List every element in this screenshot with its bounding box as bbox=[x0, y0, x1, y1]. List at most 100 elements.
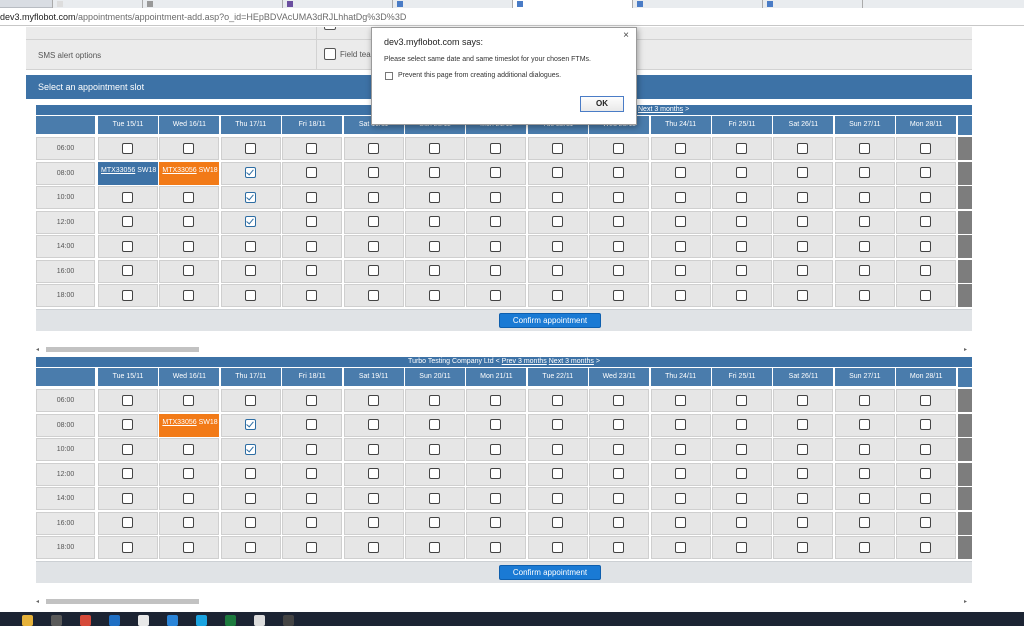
slot-checkbox[interactable] bbox=[367, 443, 379, 455]
browser-tab-active[interactable] bbox=[512, 0, 632, 8]
slot-checkbox[interactable] bbox=[613, 443, 625, 455]
slot-checkbox[interactable] bbox=[551, 216, 563, 227]
slot-checkbox[interactable] bbox=[613, 167, 625, 178]
slot-checkbox[interactable] bbox=[306, 167, 318, 178]
slot-checkbox[interactable] bbox=[551, 419, 563, 430]
slot-checkbox[interactable] bbox=[244, 394, 256, 406]
slot-checkbox[interactable] bbox=[551, 191, 563, 203]
slot-checkbox[interactable] bbox=[183, 443, 195, 455]
slot-checkbox[interactable] bbox=[674, 468, 686, 479]
slot-checkbox[interactable] bbox=[858, 167, 870, 178]
document-icon[interactable] bbox=[138, 615, 149, 626]
slot-checkbox[interactable] bbox=[736, 492, 747, 504]
slot-checkbox[interactable] bbox=[613, 240, 625, 252]
slot-checkbox[interactable] bbox=[613, 492, 625, 504]
slot-checkbox[interactable] bbox=[797, 419, 809, 430]
slot-checkbox[interactable] bbox=[920, 394, 932, 406]
slot-checkbox[interactable] bbox=[490, 443, 502, 455]
slot-checkbox[interactable] bbox=[122, 240, 133, 252]
slot-checkbox[interactable] bbox=[183, 289, 195, 301]
field-team-checkbox[interactable] bbox=[324, 48, 336, 60]
ok-button[interactable]: OK bbox=[580, 96, 624, 112]
slot-checkbox[interactable] bbox=[736, 443, 747, 455]
slot-checkbox[interactable] bbox=[613, 289, 625, 301]
slot-checkbox[interactable] bbox=[613, 216, 625, 227]
slot-checkbox[interactable] bbox=[920, 419, 932, 430]
slot-checkbox[interactable] bbox=[920, 289, 932, 301]
browser-tab[interactable] bbox=[142, 0, 282, 8]
slot-checkbox[interactable] bbox=[306, 289, 318, 301]
slot-checkbox[interactable] bbox=[674, 216, 686, 227]
file-explorer-icon[interactable] bbox=[22, 615, 33, 626]
slot-checkbox[interactable] bbox=[551, 468, 563, 479]
slot-checkbox[interactable] bbox=[736, 419, 747, 430]
browser-tab[interactable] bbox=[762, 0, 862, 8]
slot-checkbox[interactable] bbox=[429, 443, 440, 455]
slot-checkbox[interactable] bbox=[674, 240, 686, 252]
slot-checkbox[interactable] bbox=[244, 142, 256, 154]
slot-checkbox[interactable] bbox=[306, 541, 318, 553]
slot-checkbox[interactable] bbox=[920, 216, 932, 227]
slot-checkbox[interactable] bbox=[674, 167, 686, 178]
slot-checkbox[interactable] bbox=[674, 492, 686, 504]
slot-checkbox[interactable] bbox=[858, 492, 870, 504]
booked-appointment[interactable]: MTX33056 SW18 bbox=[98, 161, 158, 185]
slot-checkbox[interactable] bbox=[429, 517, 440, 528]
slot-checkbox[interactable] bbox=[920, 443, 932, 455]
slot-checkbox[interactable] bbox=[122, 517, 133, 528]
slot-checkbox[interactable] bbox=[429, 492, 440, 504]
slot-checkbox[interactable] bbox=[306, 517, 318, 528]
slot-checkbox[interactable] bbox=[613, 265, 625, 276]
slot-checkbox[interactable] bbox=[797, 167, 809, 178]
slot-checkbox[interactable] bbox=[183, 468, 195, 479]
slot-checkbox[interactable] bbox=[244, 517, 256, 528]
slot-checkbox[interactable] bbox=[122, 541, 133, 553]
slot-checkbox[interactable] bbox=[490, 419, 502, 430]
slot-checkbox[interactable] bbox=[367, 394, 379, 406]
close-icon[interactable]: × bbox=[623, 30, 629, 41]
slot-checkbox[interactable] bbox=[551, 394, 563, 406]
slot-checkbox[interactable] bbox=[429, 240, 440, 252]
slot-checkbox[interactable] bbox=[244, 541, 256, 553]
slot-checkbox[interactable] bbox=[122, 289, 133, 301]
slot-checkbox[interactable] bbox=[551, 289, 563, 301]
skype-icon[interactable] bbox=[196, 615, 207, 626]
slot-checkbox[interactable] bbox=[244, 265, 256, 276]
slot-checkbox[interactable] bbox=[429, 191, 440, 203]
appointment-ref-link[interactable]: MTX33056 bbox=[162, 167, 196, 174]
slot-checkbox[interactable] bbox=[736, 394, 747, 406]
appointment-ref-link[interactable]: MTX33056 bbox=[162, 419, 196, 426]
slot-checkbox[interactable] bbox=[183, 216, 195, 227]
slot-checkbox[interactable] bbox=[490, 541, 502, 553]
slot-checkbox[interactable] bbox=[920, 142, 932, 154]
slot-checkbox[interactable] bbox=[613, 394, 625, 406]
slot-checkbox[interactable] bbox=[797, 443, 809, 455]
slot-checkbox[interactable] bbox=[429, 216, 440, 227]
slot-checkbox[interactable] bbox=[306, 468, 318, 479]
next-3-months-link[interactable]: Next 3 months bbox=[549, 358, 594, 365]
chrome-icon[interactable] bbox=[80, 615, 91, 626]
slot-checkbox[interactable] bbox=[429, 289, 440, 301]
prevent-dialogs-checkbox[interactable] bbox=[385, 72, 393, 80]
slot-checkbox[interactable] bbox=[858, 191, 870, 203]
slot-checkbox[interactable] bbox=[797, 191, 809, 203]
slot-checkbox[interactable] bbox=[122, 142, 133, 154]
slot-checkbox[interactable] bbox=[490, 142, 502, 154]
slot-checkbox[interactable] bbox=[367, 419, 379, 430]
browser-tab[interactable] bbox=[862, 0, 1024, 8]
slot-checkbox[interactable] bbox=[183, 265, 195, 276]
notepad-icon[interactable] bbox=[254, 615, 265, 626]
excel-icon[interactable] bbox=[225, 615, 236, 626]
scroll-left-icon[interactable]: ◂ bbox=[36, 346, 39, 353]
slot-checkbox[interactable] bbox=[920, 468, 932, 479]
slot-checkbox[interactable] bbox=[797, 240, 809, 252]
slot-checkbox[interactable] bbox=[551, 492, 563, 504]
slot-checkbox[interactable] bbox=[244, 289, 256, 301]
slot-checkbox[interactable] bbox=[858, 142, 870, 154]
scroll-right-icon[interactable]: ▸ bbox=[964, 346, 967, 353]
browser-tab[interactable] bbox=[282, 0, 392, 8]
slot-checkbox-checked[interactable] bbox=[244, 167, 256, 178]
slot-checkbox[interactable] bbox=[736, 541, 747, 553]
slot-checkbox[interactable] bbox=[613, 419, 625, 430]
slot-checkbox[interactable] bbox=[920, 517, 932, 528]
